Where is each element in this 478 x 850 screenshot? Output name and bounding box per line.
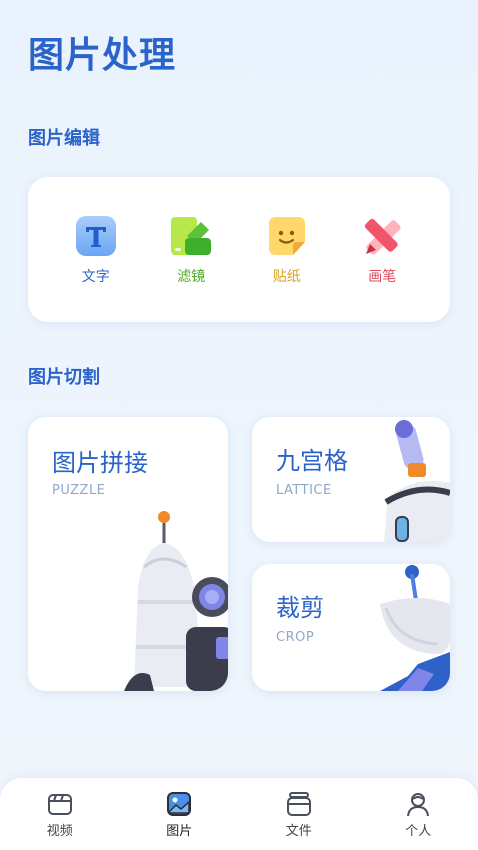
tool-filter-label: 滤镜 [177,268,206,285]
lattice-card[interactable]: 九宫格 LATTICE [252,417,450,542]
tab-file[interactable]: 文件 [259,790,339,839]
brush-icon [365,218,401,255]
person-icon [407,792,430,816]
bottom-tab-bar: 视频 图片 文件 个人 [0,778,478,850]
sticker-icon [268,216,305,255]
lattice-subtitle: LATTICE [276,483,332,498]
image-icon [167,791,192,816]
puzzle-title: 图片拼接 [52,449,148,477]
tool-text-label: 文字 [81,268,110,285]
edit-section-title: 图片编辑 [28,128,100,149]
rocket-robot-illustration [124,511,228,691]
telescope-illustration [384,420,450,542]
tab-profile-label: 个人 [405,823,432,839]
page-title: 图片处理 [28,35,177,76]
lattice-title: 九宫格 [276,447,348,475]
crop-card[interactable]: 裁剪 CROP [252,564,450,691]
tool-text[interactable]: 文字 [61,214,131,286]
edit-tools-card: 文字 滤镜 贴纸 画笔 [28,177,450,322]
tool-brush[interactable]: 画笔 [347,214,417,286]
satellite-dish-illustration [380,565,450,691]
video-icon [47,793,72,815]
puzzle-card[interactable]: 图片拼接 PUZZLE [28,417,228,691]
tab-image[interactable]: 图片 [139,790,219,839]
folder-icon [286,791,311,816]
tab-video-label: 视频 [46,823,73,839]
tab-file-label: 文件 [285,823,312,839]
tab-profile[interactable]: 个人 [378,790,458,839]
crop-subtitle: CROP [276,630,315,645]
tool-sticker[interactable]: 贴纸 [252,214,322,286]
tool-brush-label: 画笔 [368,268,397,285]
text-icon [75,215,116,256]
tool-filter[interactable]: 滤镜 [156,214,226,286]
tool-sticker-label: 贴纸 [272,268,301,285]
crop-title: 裁剪 [276,594,324,622]
filter-icon [171,216,212,255]
puzzle-subtitle: PUZZLE [52,483,106,498]
cut-section-title: 图片切割 [28,367,100,388]
tab-image-label: 图片 [166,823,193,839]
tab-video[interactable]: 视频 [20,790,100,839]
